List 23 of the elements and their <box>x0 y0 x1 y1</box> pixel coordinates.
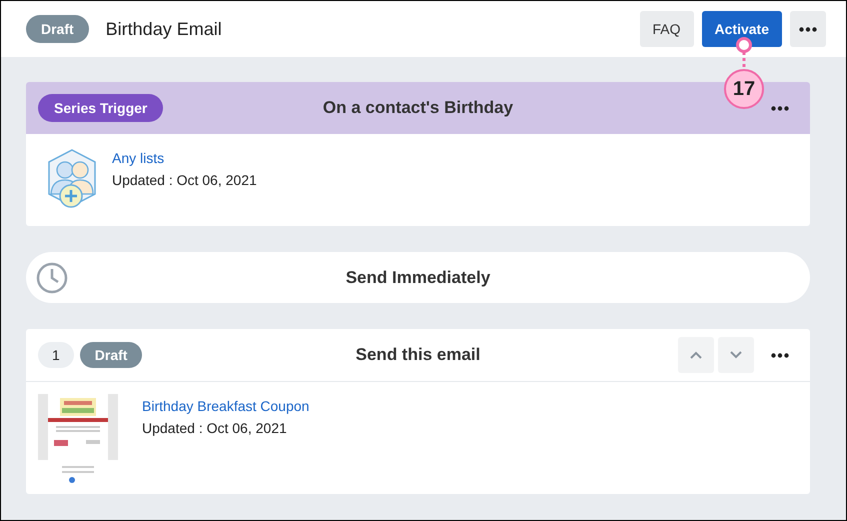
more-icon <box>771 352 789 358</box>
more-icon <box>799 26 817 32</box>
series-trigger-badge: Series Trigger <box>38 94 164 122</box>
delay-title: Send Immediately <box>346 268 490 288</box>
status-badge: Draft <box>26 15 89 43</box>
more-button[interactable] <box>790 11 826 47</box>
email-link[interactable]: Birthday Breakfast Coupon <box>142 398 310 414</box>
updated-date: Updated : Oct 06, 2021 <box>142 420 288 436</box>
email-step-title: Send this email <box>356 345 480 365</box>
step-number: 1 <box>38 342 74 368</box>
page-title: Birthday Email <box>106 18 222 40</box>
chevron-up-icon <box>690 351 702 359</box>
contacts-add-icon <box>46 148 98 210</box>
header-button[interactable]: FAQ <box>640 11 694 47</box>
clock-icon <box>36 262 68 294</box>
more-icon <box>771 106 789 110</box>
updated-date: Updated : Oct 06, 2021 <box>112 172 257 188</box>
trigger-title: On a contact's Birthday <box>322 98 514 118</box>
list-link[interactable]: Any lists <box>112 150 257 166</box>
chevron-down-icon <box>730 351 742 359</box>
callout-number: 17 <box>724 69 764 109</box>
status-badge: Draft <box>80 342 142 368</box>
header-button[interactable]: Activate <box>702 11 782 47</box>
